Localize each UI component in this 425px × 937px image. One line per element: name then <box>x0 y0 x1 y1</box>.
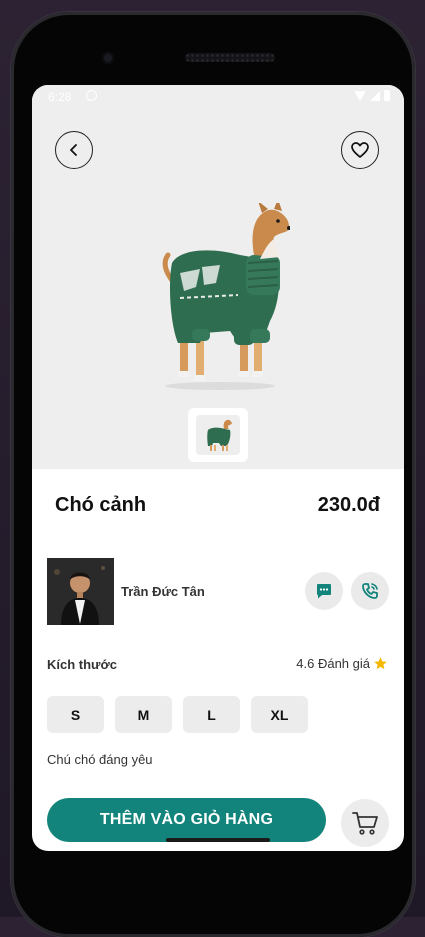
chat-button[interactable] <box>305 572 343 610</box>
status-time: 6:28 <box>48 90 72 104</box>
heart-icon <box>351 142 369 158</box>
size-options: S M L XL <box>47 696 308 733</box>
thumbnail-image <box>196 415 240 455</box>
back-button[interactable] <box>55 131 93 169</box>
product-hero: 6:28 <box>32 85 404 469</box>
sim-icon <box>86 90 97 101</box>
app-screen: 6:28 Chó cảnh 230.0đ Trần Đức Tân Kích t… <box>32 85 404 851</box>
signal-icon <box>370 90 380 101</box>
product-thumbnail[interactable] <box>188 408 248 462</box>
product-name: Chó cảnh <box>55 494 147 516</box>
size-option-l[interactable]: L <box>183 696 240 733</box>
dog-thumbnail-icon <box>207 419 232 451</box>
battery-icon <box>384 90 390 101</box>
star-icon <box>374 657 387 670</box>
phone-icon <box>362 583 378 599</box>
product-description: Chú chó đáng yêu <box>47 752 153 767</box>
cart-icon <box>352 812 378 835</box>
seller-avatar[interactable] <box>47 558 114 625</box>
seller-name: Trần Đức Tân <box>121 584 205 599</box>
rating: 4.6 Đánh giá <box>296 656 388 671</box>
seller-photo <box>47 558 114 625</box>
add-to-cart-button[interactable]: THÊM VÀO GIỎ HÀNG <box>47 798 326 842</box>
front-camera <box>102 52 114 64</box>
product-price: 230.0đ <box>317 494 380 516</box>
cart-button[interactable] <box>341 799 389 847</box>
size-option-s[interactable]: S <box>47 696 104 733</box>
earpiece-speaker <box>185 53 275 62</box>
rating-text: 4.6 Đánh giá <box>296 656 370 671</box>
chat-bubble-icon <box>317 584 331 599</box>
status-bar: 6:28 <box>32 85 404 109</box>
dog-in-sweater-image <box>162 203 290 390</box>
favorite-button[interactable] <box>341 131 379 169</box>
size-label: Kích thước <box>47 657 117 672</box>
status-icons <box>354 90 390 101</box>
size-option-xl[interactable]: XL <box>251 696 308 733</box>
chevron-left-icon <box>70 144 77 156</box>
home-indicator[interactable] <box>166 838 270 842</box>
size-option-m[interactable]: M <box>115 696 172 733</box>
wifi-icon <box>354 90 366 101</box>
call-button[interactable] <box>351 572 389 610</box>
